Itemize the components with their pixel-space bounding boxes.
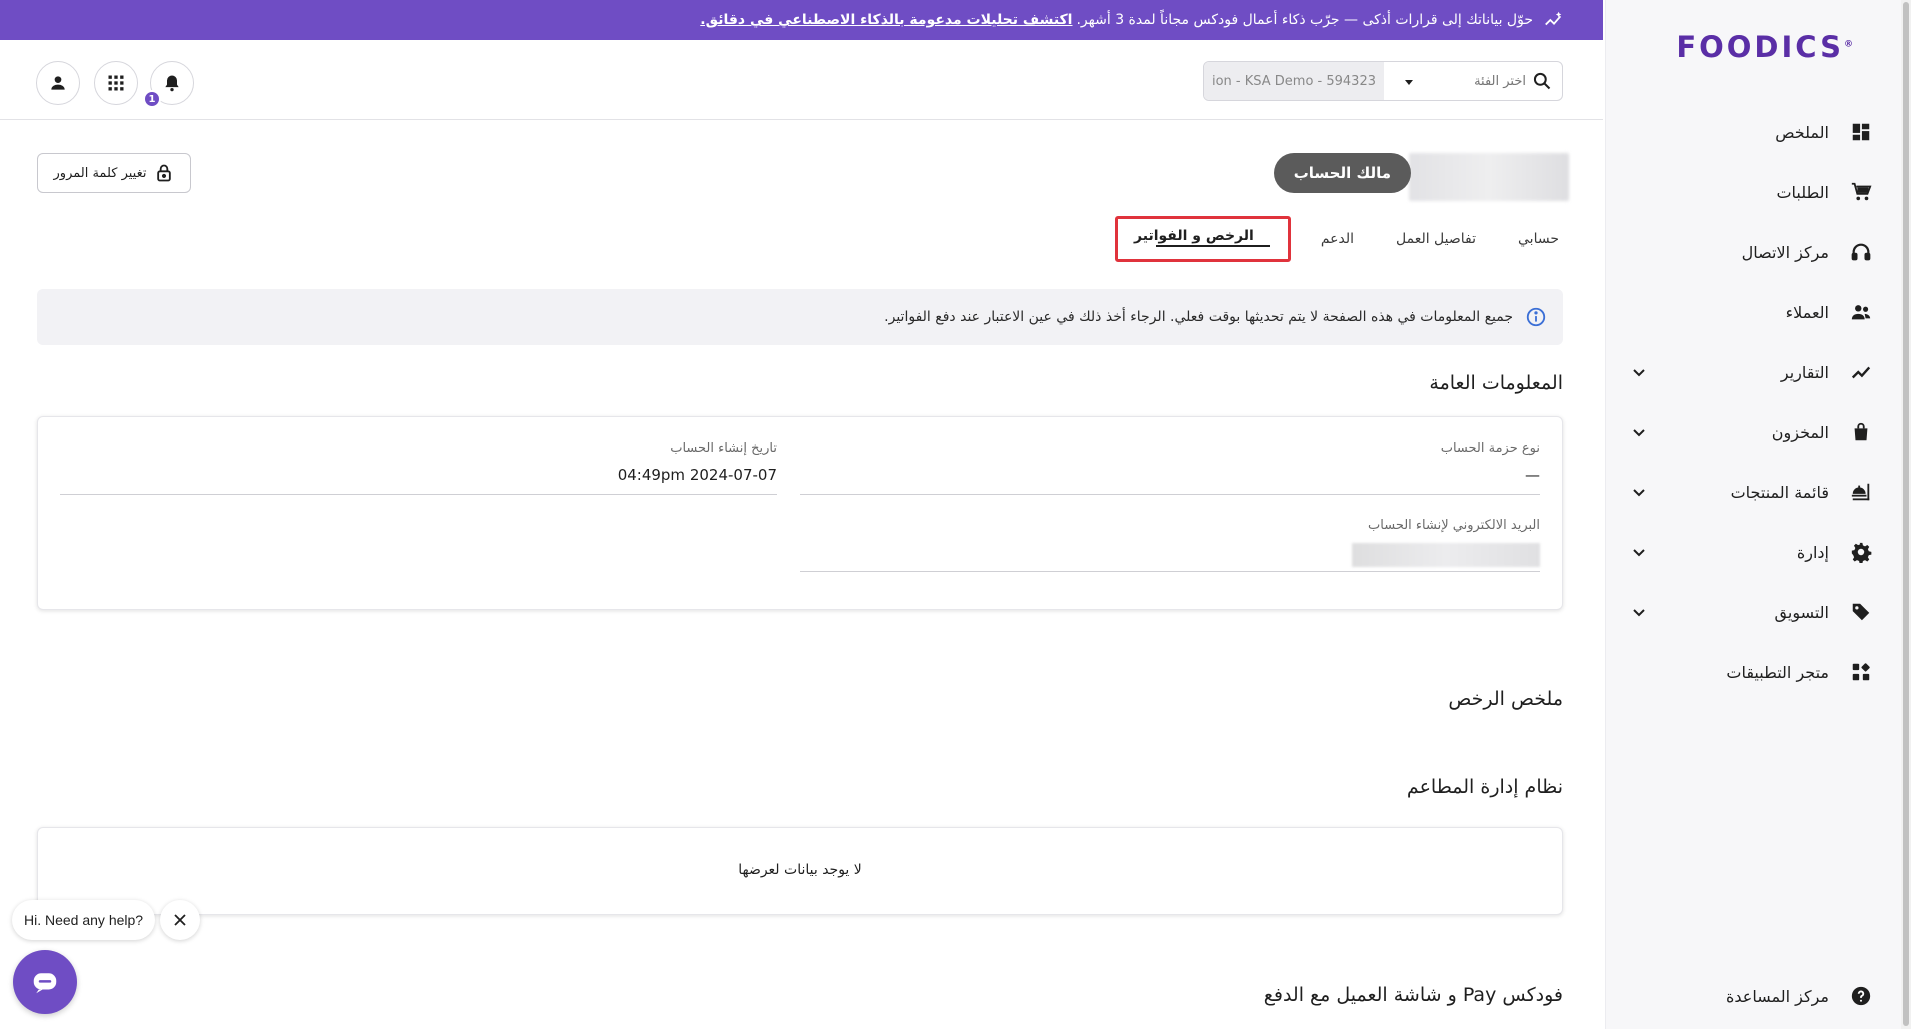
field-divider — [800, 571, 1540, 572]
promo-banner: حوّل بياناتك إلى قرارات أذكى — جرّب ذكاء… — [0, 0, 1603, 40]
field-divider — [800, 494, 1540, 495]
sidebar-item-reports[interactable]: التقارير — [1605, 348, 1901, 396]
branch-search[interactable]: ion - KSA Demo - 594323 — [1203, 61, 1563, 101]
signup-email-label: البريد الالكتروني لإنشاء الحساب — [1368, 518, 1540, 533]
change-password-button[interactable]: تغيير كلمة المرور — [37, 153, 191, 193]
dashboard-icon — [1849, 120, 1873, 144]
sidebar-item-menu[interactable]: قائمة المنتجات — [1605, 468, 1901, 516]
tab-licenses-invoices-label: الرخص و الفواتير — [1134, 228, 1254, 244]
chevron-down-icon[interactable] — [1631, 544, 1647, 560]
tab-support[interactable]: الدعم — [1309, 221, 1366, 257]
sidebar-item-call-center[interactable]: مركز الاتصال — [1605, 228, 1901, 276]
tab-my-account[interactable]: حسابي — [1506, 221, 1571, 257]
sidebar-item-management[interactable]: إدارة — [1605, 528, 1901, 576]
sidebar-item-label: الملخص — [1775, 122, 1829, 142]
chevron-down-icon[interactable] — [1631, 364, 1647, 380]
sparkle-chart-icon — [1543, 9, 1565, 31]
tab-business-details[interactable]: تفاصيل العمل — [1384, 221, 1488, 257]
rms-title: نظام إدارة المطاعم — [1406, 776, 1563, 798]
sidebar-item-label: مركز المساعدة — [1726, 986, 1829, 1006]
created-at-label: تاريخ إنشاء الحساب — [670, 441, 777, 456]
apps-grid-button[interactable] — [94, 61, 138, 105]
bell-icon — [165, 75, 179, 92]
sidebar-item-label: التقارير — [1780, 362, 1829, 382]
sidebar-item-label: التسويق — [1774, 602, 1829, 622]
sidebar-item-label: الطلبات — [1776, 182, 1829, 202]
headset-icon — [1849, 240, 1873, 264]
sidebar-item-dashboard[interactable]: الملخص — [1605, 108, 1901, 156]
alert-text: جميع المعلومات في هذه الصفحة لا يتم تحدي… — [884, 309, 1513, 325]
sidebar-item-inventory[interactable]: المخزون — [1605, 408, 1901, 456]
created-at-value: 04:49pm 2024-07-07 — [617, 466, 777, 484]
chevron-down-icon[interactable] — [1631, 424, 1647, 440]
page-scrollbar[interactable] — [1901, 0, 1911, 1029]
sidebar-item-label: مركز الاتصال — [1741, 242, 1829, 262]
foodics-pay-title: فودكس Pay و شاشة العميل مع الدفع — [1263, 984, 1563, 1006]
foodics-logo[interactable]: FOODICS® — [1676, 30, 1853, 64]
chart-line-icon — [1849, 360, 1873, 384]
cart-icon — [1849, 180, 1873, 204]
sidebar-item-customers[interactable]: العملاء — [1605, 288, 1901, 336]
account-tabs: حسابي تفاصيل العمل الدعم الرخص و الفواتي… — [1097, 216, 1571, 262]
help-circle-icon — [1849, 984, 1873, 1008]
profile-button[interactable] — [36, 61, 80, 105]
field-divider — [60, 494, 777, 495]
empty-state-text: لا يوجد بيانات لعرضها — [738, 862, 862, 878]
apps-grid-icon — [108, 75, 124, 91]
signup-email-field: البريد الالكتروني لإنشاء الحساب — [800, 518, 1540, 572]
chat-close-button[interactable] — [160, 900, 200, 940]
info-alert: جميع المعلومات في هذه الصفحة لا يتم تحدي… — [37, 289, 1563, 345]
branch-select[interactable]: ion - KSA Demo - 594323 — [1204, 62, 1384, 100]
search-icon — [1532, 71, 1552, 91]
sidebar-item-label: المخزون — [1771, 422, 1829, 442]
scrollbar-thumb[interactable] — [1903, 2, 1909, 1026]
package-type-value: — — [1525, 466, 1540, 484]
notification-count-badge: 1 — [143, 90, 161, 108]
chevron-down-icon[interactable] — [1631, 604, 1647, 620]
created-at-field: تاريخ إنشاء الحساب 04:49pm 2024-07-07 — [60, 441, 777, 495]
tag-icon — [1849, 600, 1873, 624]
info-icon — [1526, 307, 1546, 327]
chevron-down-icon[interactable] — [1631, 484, 1647, 500]
general-info-card: نوع حزمة الحساب — تاريخ إنشاء الحساب 04:… — [37, 416, 1563, 610]
sidebar-item-help-center[interactable]: مركز المساعدة — [1605, 972, 1901, 1020]
active-tab-underline — [1156, 245, 1270, 247]
customers-icon — [1849, 300, 1873, 324]
package-type-field: نوع حزمة الحساب — — [800, 441, 1540, 495]
user-icon — [51, 76, 65, 90]
rms-card: لا يوجد بيانات لعرضها — [37, 827, 1563, 915]
notifications-button[interactable]: 1 — [143, 61, 194, 108]
licenses-summary-title: ملخص الرخص — [1448, 688, 1563, 710]
package-type-label: نوع حزمة الحساب — [1440, 441, 1540, 456]
chat-launcher-button[interactable] — [13, 950, 77, 1014]
lock-icon — [157, 164, 172, 182]
chat-greeting-bubble[interactable]: Hi. Need any help? — [12, 900, 156, 940]
banner-link[interactable]: اكتشف تحليلات مدعومة بالذكاء الاصطناعي ف… — [700, 12, 1072, 28]
sidebar-item-label: إدارة — [1796, 542, 1829, 562]
sidebar-item-orders[interactable]: الطلبات — [1605, 168, 1901, 216]
change-password-label: تغيير كلمة المرور — [53, 165, 147, 181]
sidebar-item-app-store[interactable]: متجر التطبيقات — [1605, 648, 1901, 696]
top-header: ion - KSA Demo - 594323 1 — [0, 40, 1603, 120]
category-search-input[interactable] — [1422, 62, 1532, 100]
main-sidebar: FOODICS® الملخص الطلبات مركز الاتصال الع… — [1605, 0, 1901, 1029]
banner-text: حوّل بياناتك إلى قرارات أذكى — جرّب ذكاء… — [1076, 12, 1533, 28]
general-info-title: المعلومات العامة — [1429, 372, 1563, 394]
sidebar-item-label: متجر التطبيقات — [1726, 662, 1829, 682]
apps-icon — [1849, 660, 1873, 684]
menu-food-icon — [1849, 480, 1873, 504]
account-owner-badge: مالك الحساب — [1273, 153, 1411, 193]
sidebar-item-label: قائمة المنتجات — [1730, 482, 1829, 502]
caret-down-icon[interactable] — [1402, 74, 1416, 88]
chat-icon — [33, 973, 57, 994]
sidebar-item-marketing[interactable]: التسويق — [1605, 588, 1901, 636]
sidebar-item-label: العملاء — [1785, 302, 1829, 322]
account-name-blurred — [1409, 153, 1569, 201]
close-icon — [174, 914, 186, 926]
signup-email-blurred — [1352, 543, 1540, 567]
bag-icon — [1849, 420, 1873, 444]
tab-licenses-invoices[interactable]: الرخص و الفواتير — [1115, 216, 1291, 262]
gear-icon — [1849, 540, 1873, 564]
